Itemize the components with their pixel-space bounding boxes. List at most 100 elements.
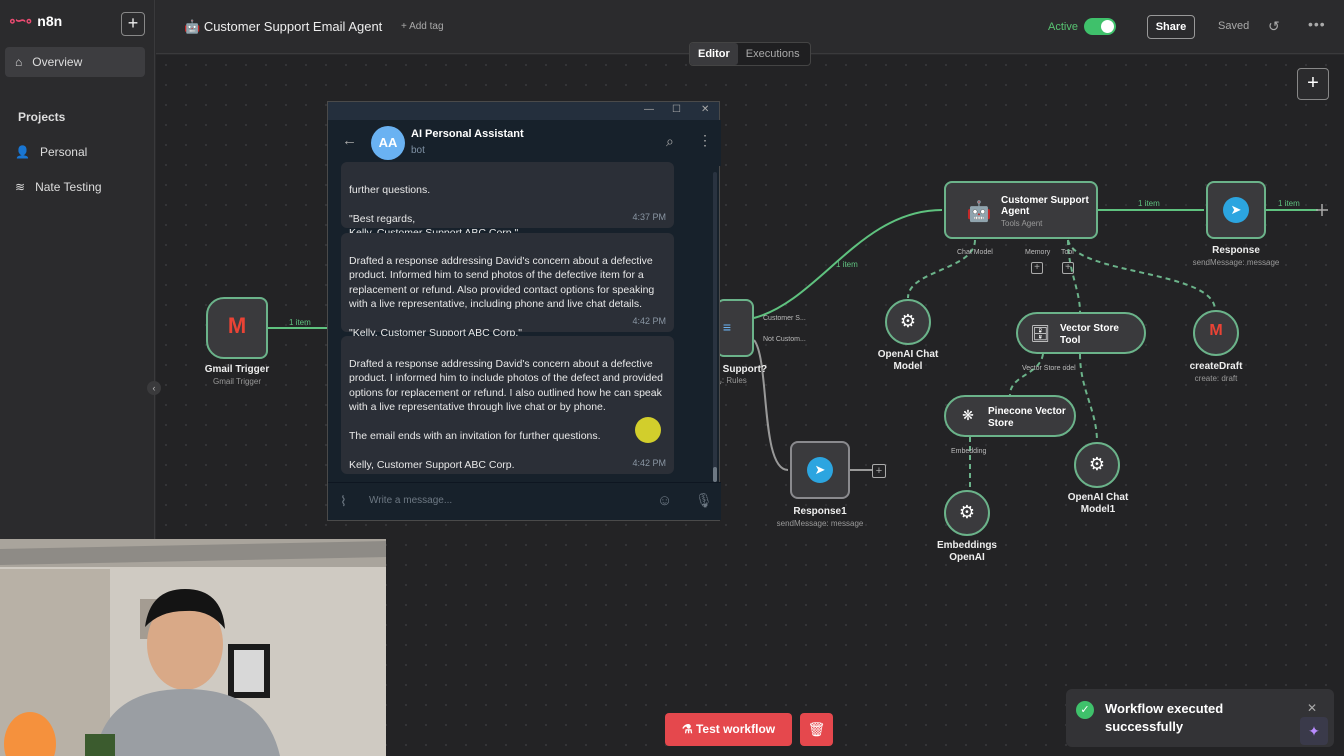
saved-status: Saved [1218,20,1250,32]
node-title: r Support? [716,364,768,375]
chat-scroll-thumb[interactable] [713,467,717,482]
pinecone-vector-store-node[interactable]: ❋ Pinecone Vector Store [944,395,1076,437]
robot-icon: 🤖 [184,19,201,34]
minimize-icon[interactable]: — [644,104,654,115]
add-memory-button[interactable]: + [1031,262,1043,274]
gmail-icon: M [227,313,247,338]
response1-node[interactable]: ➤ [790,441,850,499]
collapse-sidebar-button[interactable]: ‹ [147,381,161,395]
message-text: Drafted a response addressing David's co… [349,357,664,472]
trash-icon: 🗑 [807,721,826,737]
customer-support-agent-node[interactable]: 🤖 Customer Support Agent Tools Agent [944,181,1098,239]
sidebar-item-personal[interactable]: 👤 Personal [5,137,145,167]
agent-port-label: Tool [1061,249,1074,256]
agent-port-label: Memory [1025,249,1051,256]
switch-output-label: Not Custom... [763,336,806,343]
toast-message: Workflow executed successfully [1105,701,1224,734]
embeddings-openai-node[interactable]: ⚙ [944,490,990,536]
share-button[interactable]: Share [1147,15,1195,39]
node-port-label: Vector Store odel [1022,365,1076,372]
app-root: 1 item 1 item 1 item 1 item M Gmail Trig… [0,0,1344,756]
n8n-logo-icon: ∘∽∘ [8,12,33,28]
chat-scrollbar[interactable] [713,172,717,482]
node-port-label: Embedding [951,448,987,455]
sidebar-item-label: Overview [32,55,83,69]
add-tool-button[interactable]: + [1062,262,1074,274]
check-icon: ✓ [1076,701,1094,719]
close-icon[interactable]: ✕ [1307,701,1317,715]
tab-editor[interactable]: Editor [690,43,738,65]
vector-store-tool-node[interactable]: 🗄 Vector Store Tool [1016,312,1146,354]
close-icon[interactable]: ✕ [701,104,709,115]
tab-executions[interactable]: Executions [738,43,808,65]
avatar: AA [371,126,405,160]
node-title: Embeddings OpenAI [936,540,997,563]
openai-chat-model1-node[interactable]: ⚙ [1074,442,1120,488]
openai-icon: ⚙ [899,311,917,331]
attach-icon[interactable]: ⌇ [340,493,347,510]
test-workflow-label: Test workflow [695,722,776,736]
message-time: 4:42 PM [632,315,666,326]
search-icon[interactable]: ⌕ [666,133,674,150]
node-subtitle: Gmail Trigger [212,377,261,386]
edge-label: 1 item [289,318,311,327]
node-title: Vector Store Tool [1060,323,1119,346]
menu-icon[interactable]: ⋮ [698,132,712,149]
pinecone-icon: ❋ [962,407,974,423]
emoji-icon[interactable]: ☺ [657,492,672,509]
chat-message: further questions. "Best regards, Kelly,… [341,162,674,239]
telegram-icon: ➤ [807,457,833,483]
node-title: Response [1212,245,1260,256]
create-draft-node[interactable]: M [1193,310,1239,356]
chat-name: AI Personal Assistant [411,128,524,140]
sidebar-item-label: Personal [39,145,88,159]
webcam-image [0,539,386,756]
database-icon: 🗄 [1030,326,1051,343]
node-title: Gmail Trigger [204,364,270,375]
switch-node[interactable]: ≡ [716,299,754,357]
sidebar-item-nate-testing[interactable]: ≋ Nate Testing [5,172,145,202]
gmail-trigger-node[interactable]: M [206,297,268,359]
openai-chat-model-node[interactable]: ⚙ [885,299,931,345]
chat-message: Drafted a response addressing David's co… [341,233,674,339]
add-node-button[interactable]: + [872,464,886,478]
switch-output-label: Customer S... [763,315,806,322]
webcam-overlay [0,539,386,756]
logo[interactable]: ∘∽∘ n8n [8,12,62,29]
flask-icon: ⚗ [681,722,693,736]
projects-heading: Projects [18,110,66,124]
robot-icon: 🤖 [966,201,992,223]
node-title: Pinecone Vector Store [988,406,1066,429]
edge-label: 1 item [836,260,858,269]
active-toggle[interactable] [1084,18,1116,35]
sidebar-item-overview[interactable]: ⌂ Overview [5,47,145,77]
history-icon[interactable]: ↺ [1268,18,1280,35]
create-button[interactable]: + [121,12,145,36]
chat-status: bot [411,145,425,156]
add-node-button[interactable]: + [1297,68,1329,100]
microphone-icon[interactable]: 🎙 [695,492,713,509]
delete-button[interactable]: 🗑 [800,713,833,746]
user-icon: 👤 [15,145,30,159]
edge-label: 1 item [1138,199,1160,208]
back-arrow-icon[interactable]: ← [342,132,357,149]
ai-assistant-icon[interactable]: ✦ [1300,717,1328,745]
add-tag-button[interactable]: + Add tag [401,21,444,32]
cursor-highlight [635,417,661,443]
message-text: Drafted a response addressing David's co… [349,254,655,340]
node-title: Response1 [793,506,847,517]
message-time: 4:37 PM [632,211,666,222]
workflow-title[interactable]: 🤖 Customer Support Email Agent [184,19,382,35]
workflow-title-text: Customer Support Email Agent [203,19,383,34]
logo-text: n8n [37,12,63,29]
node-subtitle: ر: Rules [718,376,747,385]
openai-icon: ⚙ [958,502,976,522]
more-icon[interactable]: ••• [1308,16,1326,32]
chat-header: ← AA AI Personal Assistant bot ⌕ ⋮ [328,120,721,166]
message-input[interactable]: Write a message... [369,495,452,506]
node-subtitle: create: draft [1194,374,1238,383]
test-workflow-button[interactable]: ⚗ Test workflow [665,713,792,746]
maximize-icon[interactable]: ☐ [672,104,681,115]
response-node[interactable]: ➤ [1206,181,1266,239]
success-toast: ✓ Workflow executed successfully ✕ [1066,689,1334,747]
